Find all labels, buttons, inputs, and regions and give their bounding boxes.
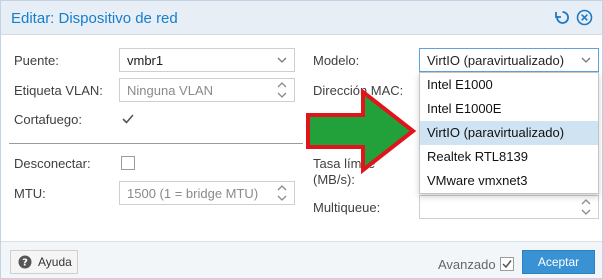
model-value: VirtIO (paravirtualizado): [427, 53, 565, 68]
vlan-tag-value: Ninguna VLAN: [127, 83, 213, 98]
bridge-value: vmbr1: [127, 53, 164, 68]
close-icon[interactable]: [576, 9, 593, 26]
disconnect-checkbox[interactable]: [121, 156, 135, 170]
model-option[interactable]: Intel E1000E: [420, 97, 598, 121]
spinner-icon[interactable]: [274, 79, 290, 101]
disconnect-label: Desconectar:: [14, 156, 91, 171]
mtu-label: MTU:: [14, 186, 46, 201]
dialog-footer: ? Ayuda Avanzado Aceptar: [1, 241, 602, 278]
bridge-label: Puente:: [14, 53, 59, 68]
dialog-titlebar: Editar: Dispositivo de red: [1, 1, 602, 35]
vlan-tag-field[interactable]: Ninguna VLAN: [119, 78, 295, 102]
dialog-title: Editar: Dispositivo de red: [11, 10, 178, 27]
model-option[interactable]: Intel E1000: [420, 73, 598, 97]
firewall-label: Cortafuego:: [14, 112, 82, 127]
svg-text:?: ?: [22, 258, 28, 269]
firewall-checkbox[interactable]: [121, 112, 135, 126]
advanced-checkbox[interactable]: [500, 257, 514, 271]
help-icon: ?: [18, 255, 32, 269]
advanced-label: Avanzado: [438, 257, 496, 272]
model-option-selected[interactable]: VirtIO (paravirtualizado): [420, 121, 598, 145]
mtu-value: 1500 (1 = bridge MTU): [127, 186, 259, 201]
model-dropdown-list: Intel E1000 Intel E1000E VirtIO (paravir…: [419, 72, 599, 194]
chevron-down-icon[interactable]: [578, 49, 594, 71]
model-option[interactable]: VMware vmxnet3: [420, 169, 598, 193]
reset-icon[interactable]: [554, 9, 571, 26]
spinner-icon[interactable]: [578, 196, 594, 218]
spinner-icon[interactable]: [274, 182, 290, 204]
bridge-select[interactable]: vmbr1: [119, 48, 295, 72]
model-label: Modelo:: [313, 53, 360, 68]
annotation-arrow: [306, 89, 417, 175]
accept-button-label: Aceptar: [537, 255, 580, 269]
multiqueue-label: Multiqueue:: [313, 200, 381, 215]
model-option[interactable]: Realtek RTL8139: [420, 145, 598, 169]
mtu-field[interactable]: 1500 (1 = bridge MTU): [119, 181, 295, 205]
edit-network-device-dialog: Editar: Dispositivo de red Puente: vmbr1…: [0, 0, 603, 279]
chevron-down-icon[interactable]: [274, 49, 290, 71]
vlan-tag-label: Etiqueta VLAN:: [14, 83, 103, 98]
model-select[interactable]: VirtIO (paravirtualizado): [419, 48, 599, 72]
help-button-label: Ayuda: [38, 255, 72, 269]
help-button[interactable]: ? Ayuda: [10, 250, 78, 274]
accept-button[interactable]: Aceptar: [522, 250, 595, 274]
multiqueue-field[interactable]: [419, 195, 599, 219]
section-divider: [9, 143, 303, 144]
